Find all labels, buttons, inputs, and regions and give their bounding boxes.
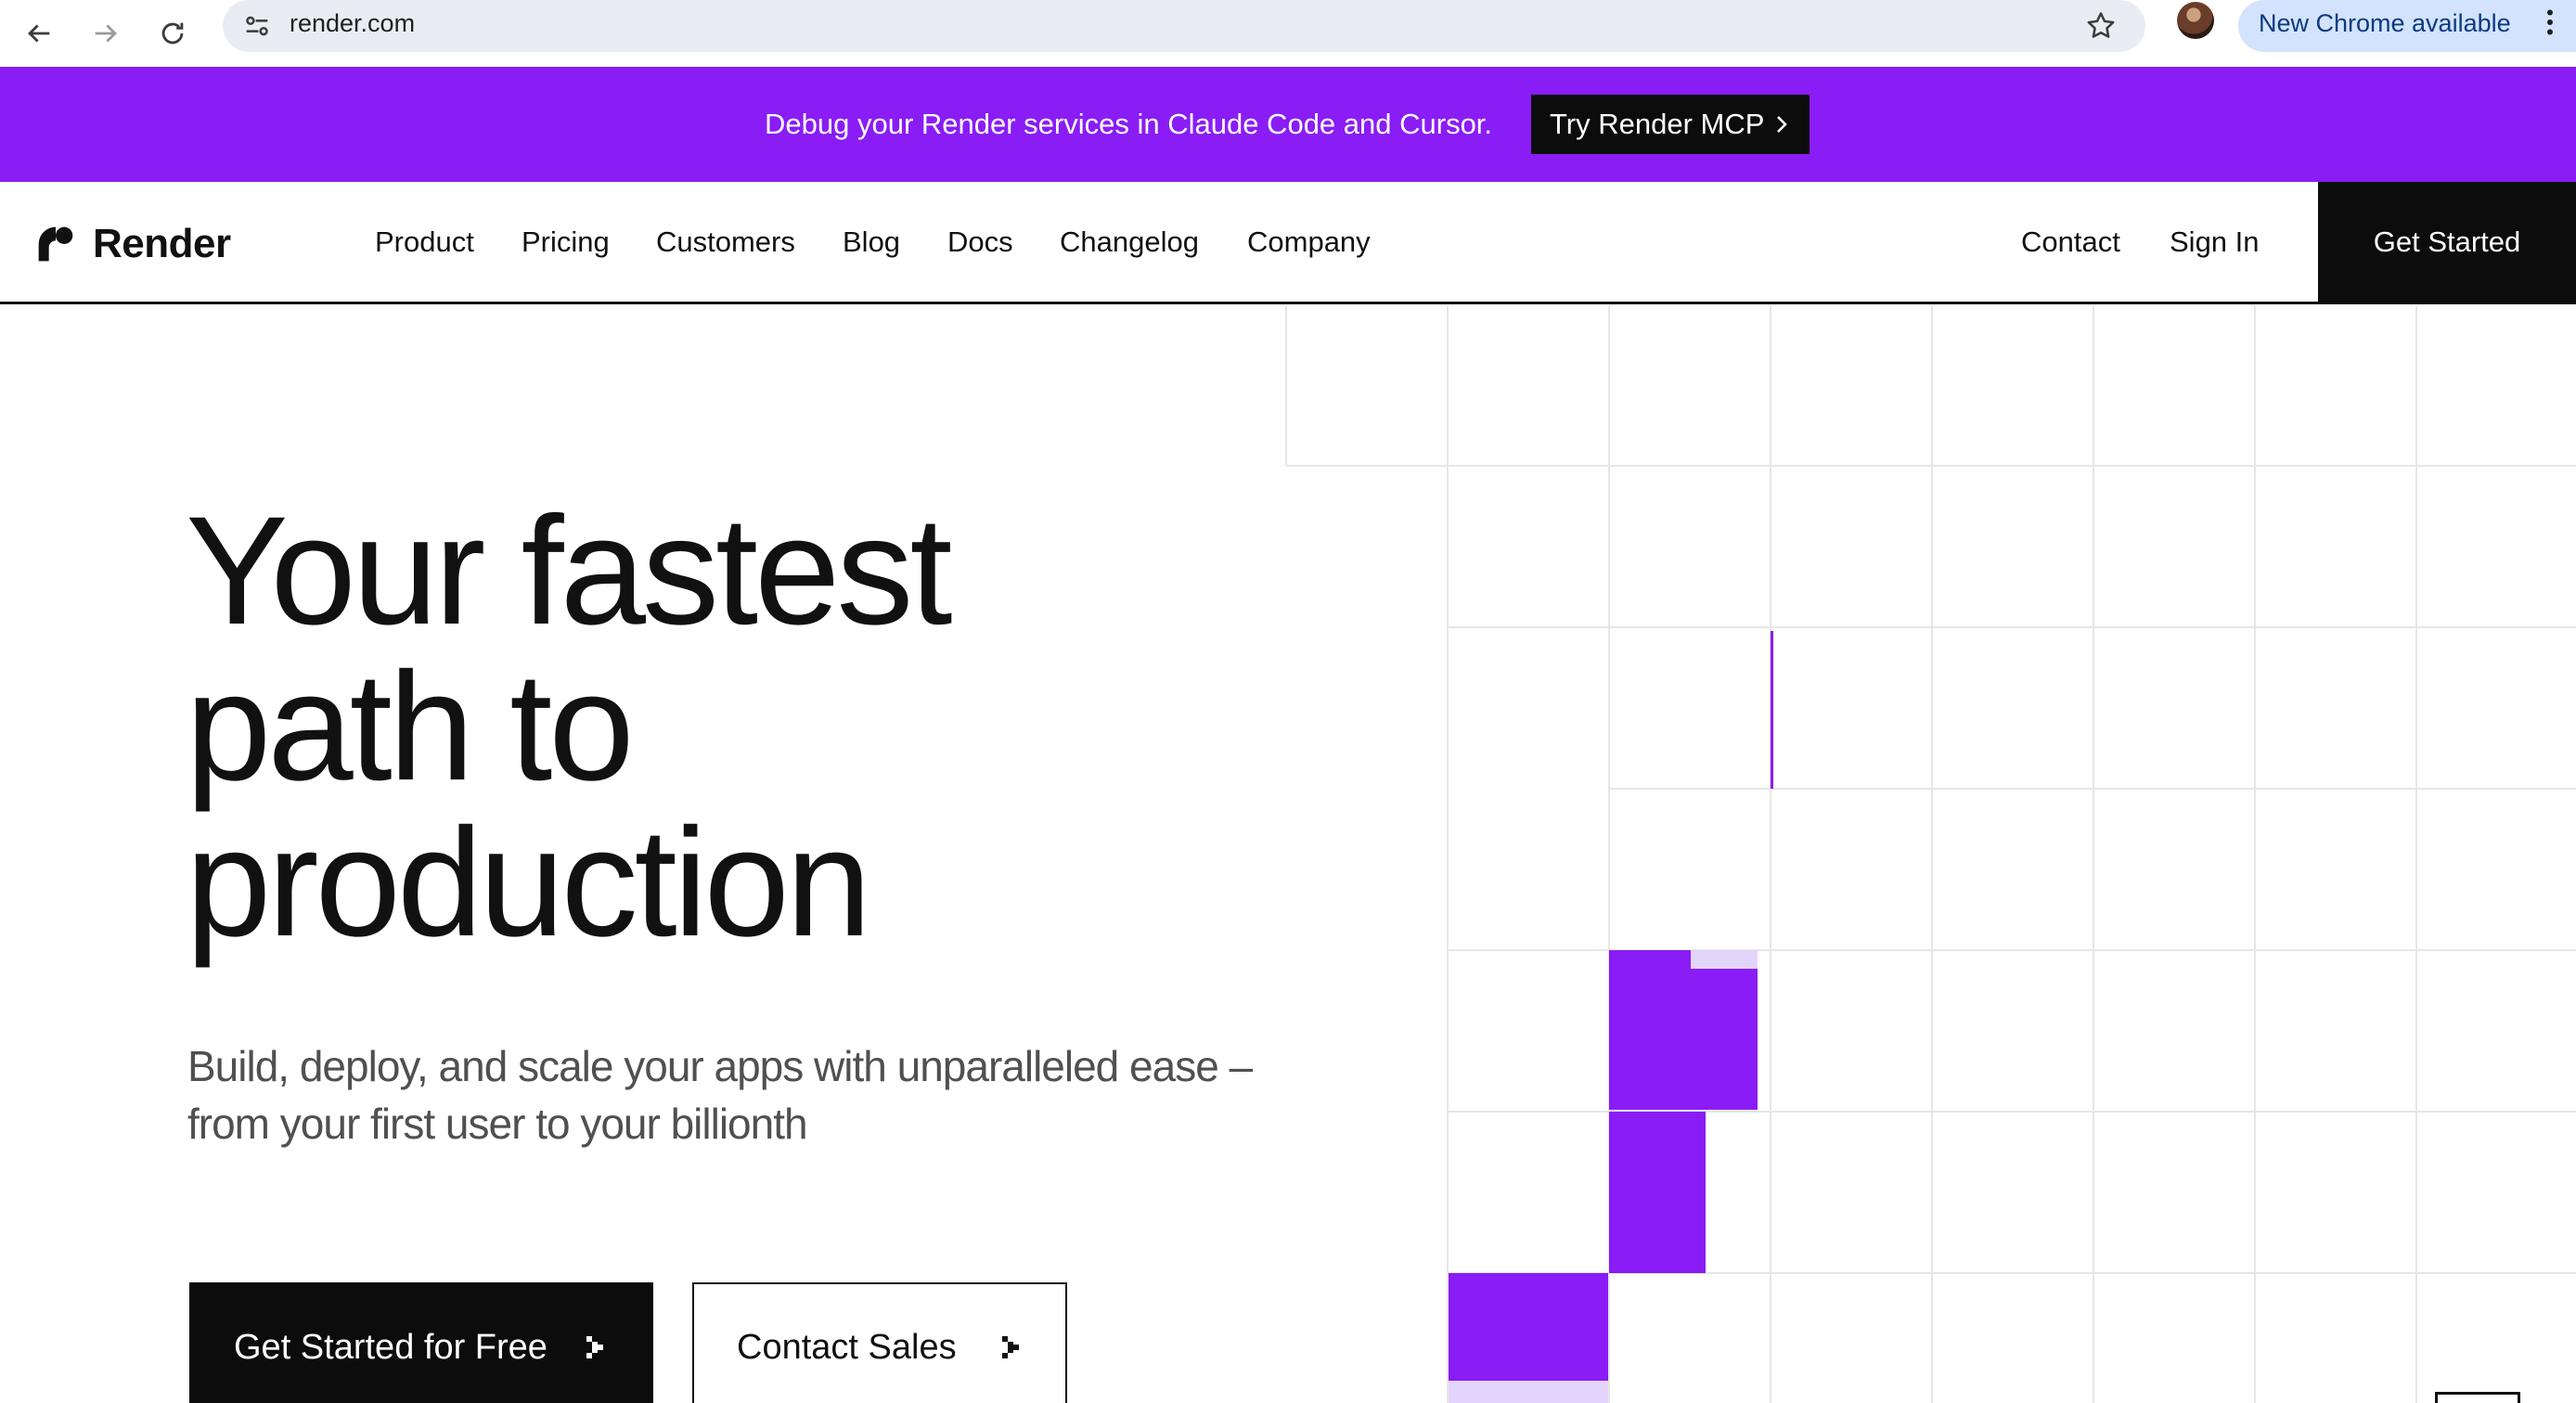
reload-icon [161,22,184,45]
banner-message: Debug your Render services in Claude Cod… [765,108,1493,140]
site-header: Render Product Pricing Customers Blog Do… [0,182,2576,304]
accent-block-2 [1609,1112,1706,1273]
bookmark-star-icon[interactable] [2084,9,2118,43]
arrow-right-icon [95,24,117,43]
hero-subtitle-line-1: Build, deploy, and scale your apps with … [187,1042,1253,1090]
nav-company[interactable]: Company [1247,182,1371,302]
profile-avatar[interactable] [2177,2,2214,39]
reload-button[interactable] [145,6,200,61]
nav-docs[interactable]: Docs [947,182,1013,302]
url-text[interactable]: render.com [290,0,415,52]
contact-sales-label: Contact Sales [737,1328,957,1367]
get-started-free-label: Get Started for Free [234,1328,547,1367]
hero-subtitle-line-2: from your first user to your billionth [187,1100,808,1148]
nav-changelog[interactable]: Changelog [1060,182,1199,302]
accent-line [1771,631,1773,789]
kebab-menu-icon[interactable] [2533,6,2567,39]
hero-title-line-1: Your fastest [186,485,953,657]
nav-pricing[interactable]: Pricing [522,182,610,302]
pixel-arrow-icon [1002,1336,1019,1358]
contact-link[interactable]: Contact [2021,182,2120,302]
announcement-banner: Debug your Render services in Claude Cod… [0,67,2576,182]
grid-lines [1285,306,2576,1403]
hero-title: Your fastest path to production [186,485,953,969]
back-button[interactable] [11,6,67,61]
hero-title-line-2: path to [186,641,635,813]
accent-block-3-highlight [1449,1381,1608,1403]
logo-wordmark: Render [93,221,231,266]
sign-in-link[interactable]: Sign In [2170,182,2260,302]
chrome-update-button[interactable]: New Chrome available [2238,0,2576,52]
chrome-update-label: New Chrome available [2259,9,2511,37]
nav-product[interactable]: Product [375,182,474,302]
corner-widget[interactable] [2435,1392,2520,1403]
address-bar[interactable]: render.com [223,0,2145,52]
try-mcp-button[interactable]: Try Render MCP [1531,95,1810,154]
arrow-left-icon [28,24,50,43]
pixel-arrow-icon [586,1336,603,1358]
get-started-free-button[interactable]: Get Started for Free [189,1282,653,1403]
browser-toolbar: render.com New Chrome available [0,0,2576,67]
forward-button[interactable] [78,6,134,61]
nav-blog[interactable]: Blog [843,182,900,302]
nav-customers[interactable]: Customers [656,182,795,302]
get-started-button[interactable]: Get Started [2318,182,2576,302]
try-mcp-label: Try Render MCP [1550,108,1765,140]
hero-title-line-3: production [186,797,871,969]
accent-block-3 [1449,1273,1608,1381]
render-logo-icon [38,226,73,262]
contact-sales-button[interactable]: Contact Sales [692,1282,1067,1403]
site-info-icon[interactable] [241,10,273,42]
render-logo[interactable]: Render [35,221,231,267]
accent-block-1 [1609,950,1758,1110]
accent-block-1-highlight [1691,950,1758,969]
chevron-right-icon [1777,116,1787,133]
hero-subtitle: Build, deploy, and scale your apps with … [187,1037,1357,1152]
